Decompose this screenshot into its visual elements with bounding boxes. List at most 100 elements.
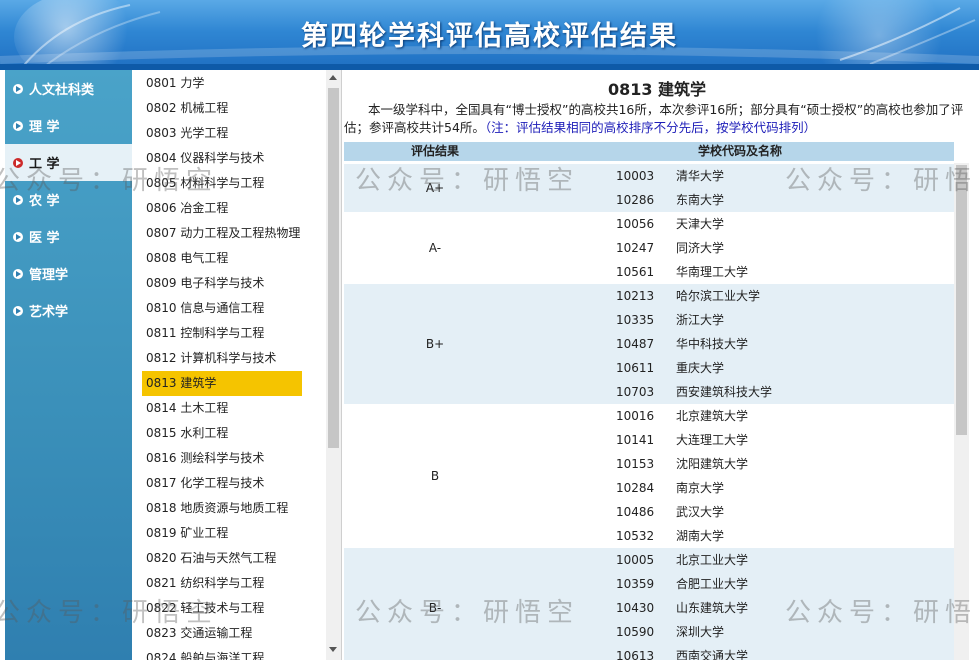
nav-item-agriculture[interactable]: 农 学 <box>5 181 132 218</box>
subject-item[interactable]: 0811 控制科学与工程 <box>142 321 302 346</box>
school-code: 10532 <box>616 529 655 543</box>
arrow-icon <box>13 231 23 242</box>
table-row: 10003 清华大学 <box>526 164 954 188</box>
arrow-icon <box>13 194 23 205</box>
table-row: 10213 哈尔滨工业大学 <box>526 284 954 308</box>
subject-item[interactable]: 0814 土木工程 <box>142 396 302 421</box>
page-title: 第四轮学科评估高校评估结果 <box>301 21 678 52</box>
table-row: 10430 山东建筑大学 <box>526 596 954 620</box>
nav-item-humanities[interactable]: 人文社科类 <box>5 70 132 107</box>
school-name: 东南大学 <box>676 193 725 207</box>
subject-item[interactable]: 0823 交通运输工程 <box>142 621 302 646</box>
nav-item-label: 农 学 <box>29 194 60 209</box>
subject-item-active[interactable]: 0813 建筑学 <box>142 371 302 396</box>
nav-item-label: 工 学 <box>29 157 60 172</box>
school-code: 10487 <box>616 337 655 351</box>
arrow-icon <box>13 83 23 94</box>
subject-item[interactable]: 0801 力学 <box>142 71 302 96</box>
subject-item[interactable]: 0805 材料科学与工程 <box>142 171 302 196</box>
nav-item-label: 人文社科类 <box>29 83 95 98</box>
school-name: 哈尔滨工业大学 <box>676 289 761 303</box>
nav-item-label: 艺术学 <box>29 305 69 320</box>
arrow-icon <box>13 120 23 131</box>
school-name: 大连理工大学 <box>676 433 749 447</box>
grade-label: B- <box>428 601 442 615</box>
table-row: 10590 深圳大学 <box>526 620 954 644</box>
subject-item[interactable]: 0819 矿业工程 <box>142 521 302 546</box>
school-code: 10359 <box>616 577 655 591</box>
subject-item[interactable]: 0818 地质资源与地质工程 <box>142 496 302 521</box>
school-code: 10486 <box>616 505 655 519</box>
subject-item[interactable]: 0806 冶金工程 <box>142 196 302 221</box>
school-code: 10005 <box>616 553 655 567</box>
table-row: 10016 北京建筑大学 <box>526 404 954 428</box>
school-name: 南京大学 <box>676 481 725 495</box>
grade-group-b: B 10016 北京建筑大学 10141 大连理工大学 10153 沈阳建筑大学 10… <box>344 404 954 548</box>
school-code: 10335 <box>616 313 655 327</box>
subject-item[interactable]: 0803 光学工程 <box>142 121 302 146</box>
table-row: 10359 合肥工业大学 <box>526 572 954 596</box>
subject-description: 本一级学科中，全国具有“博士授权”的高校共16所，本次参评16所；部分具有“硕士… <box>344 101 972 137</box>
nav-item-engineering[interactable]: 工 学 <box>5 144 132 181</box>
table-row: 10056 天津大学 <box>526 212 954 236</box>
nav-item-label: 理 学 <box>29 120 60 135</box>
subject-item[interactable]: 0821 纺织科学与工程 <box>142 571 302 596</box>
grade-group-b-minus: B- 10005 北京工业大学 10359 合肥工业大学 10430 山东建筑大学 1… <box>344 548 954 660</box>
school-name: 合肥工业大学 <box>676 577 749 591</box>
school-code: 10247 <box>616 241 655 255</box>
school-code: 10561 <box>616 265 655 279</box>
subject-item[interactable]: 0802 机械工程 <box>142 96 302 121</box>
scrollbar-thumb[interactable] <box>956 165 967 435</box>
scrollbar-thumb[interactable] <box>328 88 339 448</box>
subject-item[interactable]: 0824 船舶与海洋工程 <box>142 646 302 660</box>
table-row: 10284 南京大学 <box>526 476 954 500</box>
table-row: 10335 浙江大学 <box>526 308 954 332</box>
school-code: 10213 <box>616 289 655 303</box>
school-code: 10611 <box>616 361 655 375</box>
scroll-down-icon[interactable] <box>329 647 337 652</box>
subject-item[interactable]: 0808 电气工程 <box>142 246 302 271</box>
arrow-icon <box>13 157 23 168</box>
subject-list-scrollbar[interactable] <box>326 70 341 660</box>
subject-item[interactable]: 0809 电子科学与技术 <box>142 271 302 296</box>
results-panel: 0813 建筑学 本一级学科中，全国具有“博士授权”的高校共16所，本次参评16… <box>342 70 972 660</box>
school-code: 10613 <box>616 649 655 660</box>
table-row: 10247 同济大学 <box>526 236 954 260</box>
school-code: 10141 <box>616 433 655 447</box>
subject-item[interactable]: 0822 轻工技术与工程 <box>142 596 302 621</box>
subject-item[interactable]: 0820 石油与天然气工程 <box>142 546 302 571</box>
subject-item[interactable]: 0817 化学工程与技术 <box>142 471 302 496</box>
grade-group-a-plus: A+ 10003 清华大学 10286 东南大学 <box>344 164 954 212</box>
school-name: 华中科技大学 <box>676 337 749 351</box>
grade-label: A+ <box>425 181 445 195</box>
arrow-icon <box>13 305 23 316</box>
school-code: 10286 <box>616 193 655 207</box>
table-row: 10561 华南理工大学 <box>526 260 954 284</box>
subject-item[interactable]: 0816 测绘科学与技术 <box>142 446 302 471</box>
school-name: 清华大学 <box>676 169 725 183</box>
subject-heading: 0813 建筑学 <box>607 80 707 99</box>
header-school: 学校代码及名称 <box>697 144 782 158</box>
arrow-icon <box>13 268 23 279</box>
school-name: 湖南大学 <box>676 529 725 543</box>
school-code: 10153 <box>616 457 655 471</box>
nav-item-arts[interactable]: 艺术学 <box>5 292 132 329</box>
table-row: 10141 大连理工大学 <box>526 428 954 452</box>
school-name: 沈阳建筑大学 <box>676 457 749 471</box>
subject-item[interactable]: 0812 计算机科学与技术 <box>142 346 302 371</box>
scroll-up-icon[interactable] <box>329 75 337 80</box>
subject-item[interactable]: 0804 仪器科学与技术 <box>142 146 302 171</box>
subject-item[interactable]: 0815 水利工程 <box>142 421 302 446</box>
subject-item[interactable]: 0810 信息与通信工程 <box>142 296 302 321</box>
results-scrollbar[interactable] <box>954 163 969 660</box>
school-name: 华南理工大学 <box>676 265 749 279</box>
subject-list: 0801 力学 0802 机械工程 0803 光学工程 0804 仪器科学与技术… <box>133 70 342 660</box>
grade-label: A- <box>428 241 442 255</box>
table-header: 评估结果 学校代码及名称 <box>344 142 954 161</box>
nav-item-science[interactable]: 理 学 <box>5 107 132 144</box>
nav-item-medicine[interactable]: 医 学 <box>5 218 132 255</box>
table-row: 10703 西安建筑科技大学 <box>526 380 954 404</box>
subject-item[interactable]: 0807 动力工程及工程热物理 <box>142 221 302 246</box>
nav-item-label: 医 学 <box>29 231 60 246</box>
nav-item-management[interactable]: 管理学 <box>5 255 132 292</box>
